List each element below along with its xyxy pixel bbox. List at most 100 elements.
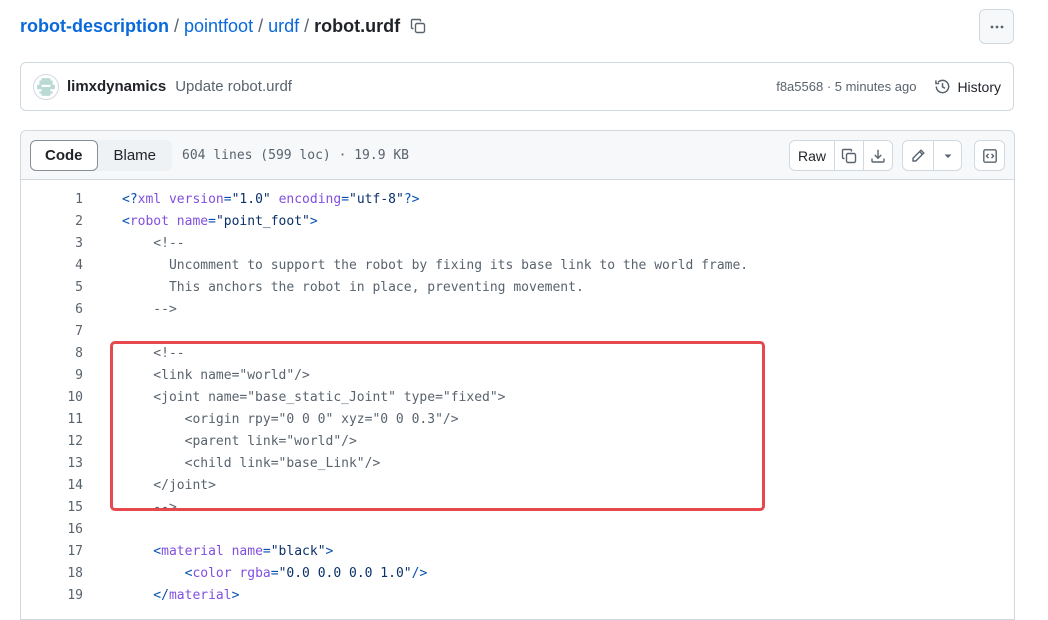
code-token: = [341,191,350,207]
commit-hash-time[interactable]: f8a5568 · 5 minutes ago [776,79,916,94]
code-line: 19 </material> [21,584,1014,606]
line-number[interactable]: 2 [21,214,83,229]
line-content: This anchors the robot in place, prevent… [83,280,584,295]
code-token: "black" [270,543,326,559]
code-token: < [122,213,130,229]
code-line: 9 <link name="world"/> [21,364,1014,386]
code-line: 4 Uncomment to support the robot by fixi… [21,254,1014,276]
download-button[interactable] [863,141,892,170]
code-line: 7 [21,320,1014,342]
code-token: material [161,543,232,559]
line-content: <parent link="world"/> [83,434,357,449]
code-line: 13 <child link="base_Link"/> [21,452,1014,474]
view-mode-toggle: Code Blame [30,139,173,171]
raw-button[interactable]: Raw [790,141,834,170]
copy-path-icon[interactable] [408,16,428,36]
tab-blame[interactable]: Blame [98,140,173,171]
file-info: 604 lines (599 loc) · 19.9 KB [182,147,410,163]
code-token: encoding [278,191,342,207]
tab-code[interactable]: Code [30,139,98,171]
line-content: <color rgba="0.0 0.0 0.0 1.0"/> [83,565,428,581]
code-token: </ [122,587,169,603]
latest-commit-box: limxdynamics Update robot.urdf f8a5568 ·… [20,62,1014,111]
code-token: xml [137,191,169,207]
history-label: History [957,78,1001,95]
line-number[interactable]: 3 [21,236,83,251]
history-icon [935,79,950,94]
line-number[interactable]: 19 [21,588,83,603]
copy-icon [841,148,857,163]
line-content: </material> [83,588,239,603]
line-number[interactable]: 12 [21,434,83,449]
breadcrumb-file-name: robot.urdf [314,15,401,36]
line-number[interactable]: 15 [21,500,83,515]
code-token: <!-- [122,345,185,361]
line-number[interactable]: 13 [21,456,83,471]
line-number[interactable]: 8 [21,346,83,361]
line-number[interactable]: 16 [21,522,83,537]
edit-button[interactable] [903,141,933,170]
download-icon [871,149,885,163]
line-number[interactable]: 11 [21,412,83,427]
code-line: 14 </joint> [21,474,1014,496]
symbols-panel-button[interactable] [974,140,1005,171]
line-number[interactable]: 9 [21,368,83,383]
code-line: 16 [21,518,1014,540]
line-content: Uncomment to support the robot by fixing… [83,258,748,273]
line-content: --> [83,500,177,515]
breadcrumb: robot-description / pointfoot / urdf / r… [20,12,428,40]
code-token: /> [411,565,428,581]
breadcrumb-folder-urdf[interactable]: urdf [268,16,299,37]
line-number[interactable]: 1 [21,192,83,207]
commit-message[interactable]: Update robot.urdf [175,78,292,95]
line-number[interactable]: 14 [21,478,83,493]
code-line: 6 --> [21,298,1014,320]
code-line: 10 <joint name="base_static_Joint" type=… [21,386,1014,408]
code-token: This anchors the robot in place, prevent… [122,279,584,295]
code-token: = [208,213,216,229]
code-token: <joint name="base_static_Joint" type="fi… [122,389,506,405]
edit-dropdown-button[interactable] [933,141,961,170]
code-line: 8 <!-- [21,342,1014,364]
breadcrumb-separator: / [304,15,310,36]
line-content: <!-- [83,345,185,361]
code-token: <!-- [122,235,185,251]
code-token: "0.0 0.0 0.0 1.0" [278,565,412,581]
line-content: <child link="base_Link"/> [83,456,381,471]
more-options-button[interactable] [979,9,1014,44]
line-number[interactable]: 10 [21,390,83,405]
code-line: 17 <material name="black"> [21,540,1014,562]
code-line: 5 This anchors the robot in place, preve… [21,276,1014,298]
commit-author[interactable]: limxdynamics [67,78,166,95]
code-token: --> [122,499,177,515]
code-token: <origin rpy="0 0 0" xyz="0 0 0.3"/> [122,411,459,427]
code-square-icon [982,148,997,163]
code-line: 3 <!-- [21,232,1014,254]
line-content: <link name="world"/> [83,368,310,383]
line-number[interactable]: 6 [21,302,83,317]
breadcrumb-folder-pointfoot[interactable]: pointfoot [184,16,253,37]
line-number[interactable]: 5 [21,280,83,295]
history-button[interactable]: History [934,78,1001,95]
avatar[interactable] [33,73,59,100]
breadcrumb-repo-link[interactable]: robot-description [20,16,169,37]
line-number[interactable]: 17 [21,544,83,559]
file-viewer: Code Blame 604 lines (599 loc) · 19.9 KB… [20,130,1015,620]
triangle-down-icon [944,154,951,158]
code-token: "utf-8" [349,191,404,207]
line-number[interactable]: 18 [21,566,83,581]
line-number[interactable]: 7 [21,324,83,339]
line-content: <origin rpy="0 0 0" xyz="0 0 0.3"/> [83,412,459,427]
pencil-icon [912,148,925,162]
code-token: <? [122,191,138,207]
code-token: rgba [239,565,271,581]
line-content: <?xml version="1.0" encoding="utf-8"?> [83,192,419,207]
raw-actions-group: Raw [789,140,893,171]
code-token: = [223,191,232,207]
code-token: Uncomment to support the robot by fixing… [122,257,749,273]
code-token: = [270,565,279,581]
copy-raw-button[interactable] [834,141,863,170]
line-number[interactable]: 4 [21,258,83,273]
code-token: <parent link="world"/> [122,433,357,449]
code-token: version [168,191,224,207]
